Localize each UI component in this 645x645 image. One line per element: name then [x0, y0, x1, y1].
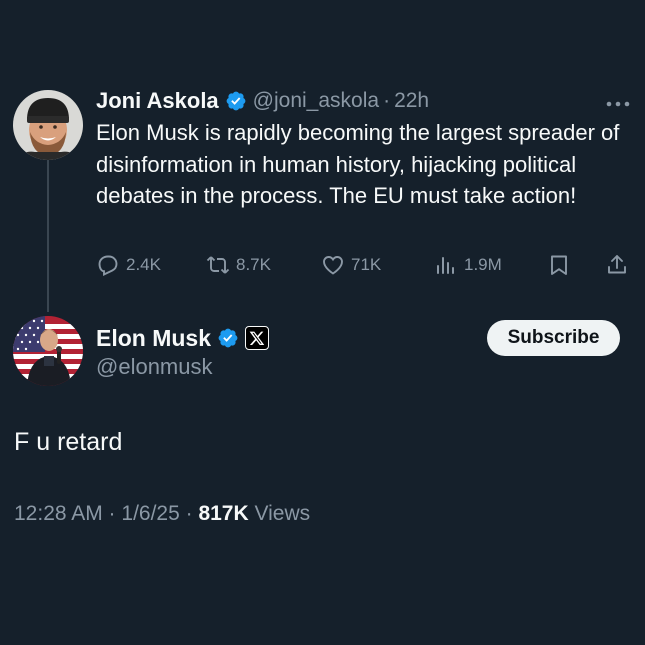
joni-askola-avatar[interactable] [13, 90, 83, 160]
parent-tweet-text: Elon Musk is rapidly becoming the larges… [96, 120, 620, 208]
subscribe-button[interactable]: Subscribe [487, 320, 620, 356]
like-count: 71K [351, 255, 382, 274]
tweet-timestamp-date[interactable]: 12:28 AM · 1/6/25 · [14, 502, 198, 525]
like-button[interactable]: 71K [321, 250, 381, 280]
tweet-timestamp[interactable]: 22h [394, 89, 429, 113]
thread-connector-line [47, 160, 49, 312]
bookmark-button[interactable] [547, 250, 577, 280]
retweet-icon [206, 256, 230, 274]
verified-badge-icon [226, 91, 246, 111]
retweet-count: 8.7K [236, 255, 271, 274]
man-flag-avatar-icon [13, 316, 83, 386]
reply-author-header: Elon Musk [96, 322, 270, 354]
reply-views-count: 817K [198, 502, 249, 525]
reply-author-display-name[interactable]: Elon Musk [96, 325, 211, 352]
views-label: Views [248, 502, 311, 525]
share-button[interactable] [605, 250, 635, 280]
reply-author-handle[interactable]: @elonmusk [96, 354, 213, 380]
elon-musk-avatar[interactable] [13, 316, 83, 386]
author-display-name[interactable]: Joni Askola [96, 88, 219, 114]
share-icon [608, 255, 626, 274]
bookmark-icon [551, 255, 567, 275]
x-affiliate-badge-icon[interactable] [245, 326, 270, 350]
more-options-icon[interactable] [605, 96, 631, 107]
view-count: 1.9M [464, 255, 502, 274]
heart-icon [323, 256, 343, 275]
tweet-action-bar: 2.4K 8.7K 71K 1.9M [96, 250, 636, 280]
parent-tweet-header: Joni Askola @joni_askola · 22h [96, 86, 429, 116]
retweet-button[interactable]: 8.7K [206, 250, 271, 280]
reply-count: 2.4K [126, 255, 161, 274]
reply-icon [98, 255, 118, 277]
reply-tweet-text: F u retard [14, 428, 123, 456]
author-handle[interactable]: @joni_askola [253, 89, 379, 113]
views-button[interactable]: 1.9M [434, 250, 502, 280]
verified-badge-icon [218, 328, 238, 348]
reply-button[interactable]: 2.4K [96, 250, 161, 280]
tweet-meta-line: 12:28 AM · 1/6/25 · 817K Views [14, 502, 310, 526]
header-separator: · [383, 89, 391, 112]
analytics-bars-icon [437, 257, 454, 274]
tweet-detail-view: Joni Askola @joni_askola · 22h Elon Musk… [0, 0, 645, 645]
bearded-man-avatar-icon [13, 90, 83, 160]
